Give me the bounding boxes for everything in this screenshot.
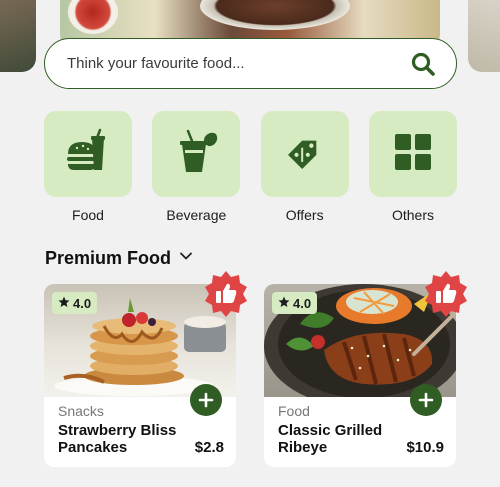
category-tile[interactable] [152, 111, 241, 197]
banner-sauce-bowl [68, 0, 118, 34]
search-input[interactable] [67, 55, 408, 72]
category-beverage[interactable]: Beverage [152, 111, 241, 223]
search-bar [44, 38, 457, 89]
product-name: Strawberry Bliss Pancakes [58, 422, 177, 456]
product-card[interactable]: 4.0 Snacks Strawberry Bliss Pancakes $2.… [44, 271, 247, 467]
grid-icon [393, 132, 433, 177]
category-label: Offers [285, 207, 324, 223]
section-title: Premium Food [45, 248, 172, 268]
section-header[interactable]: Premium Food [45, 248, 193, 269]
product-price: $10.9 [406, 439, 444, 456]
product-price: $2.8 [194, 439, 224, 456]
product-name: Classic Grilled Ribeye [278, 422, 383, 456]
product-category: Food [278, 403, 310, 419]
rating-value: 4.0 [293, 295, 312, 311]
banner-side-image-right[interactable] [468, 0, 500, 72]
category-label: Food [72, 207, 104, 223]
product-category: Snacks [58, 403, 104, 419]
plus-icon [198, 392, 214, 408]
add-to-cart-button[interactable] [410, 384, 442, 416]
beverage-cup-icon [172, 128, 220, 181]
add-to-cart-button[interactable] [190, 384, 222, 416]
category-tile[interactable] [260, 111, 349, 197]
banner-food-bowl [200, 0, 350, 30]
burger-drink-icon [64, 128, 112, 181]
chevron-down-icon[interactable] [179, 249, 193, 268]
rating-value: 4.0 [73, 295, 92, 311]
discount-tag-icon [281, 128, 329, 181]
category-offers[interactable]: Offers [260, 111, 349, 223]
rating-badge: 4.0 [272, 292, 318, 314]
plus-icon [418, 392, 434, 408]
star-icon [278, 296, 290, 311]
star-icon [58, 296, 70, 311]
like-badge-icon[interactable] [422, 270, 470, 318]
like-badge-icon[interactable] [202, 270, 250, 318]
rating-badge: 4.0 [52, 292, 98, 314]
category-food[interactable]: Food [44, 111, 132, 223]
category-label: Others [391, 207, 434, 223]
category-label: Beverage [166, 207, 227, 223]
category-others[interactable]: Others [368, 111, 457, 223]
banner-side-image-left[interactable] [0, 0, 36, 72]
product-card[interactable]: 4.0 Food Classic Grilled Ribeye $10.9 [264, 271, 467, 467]
category-list: Food Beverage Offers Others [44, 111, 457, 223]
category-tile[interactable] [368, 111, 457, 197]
search-icon[interactable] [408, 49, 438, 79]
category-tile[interactable] [44, 111, 132, 197]
